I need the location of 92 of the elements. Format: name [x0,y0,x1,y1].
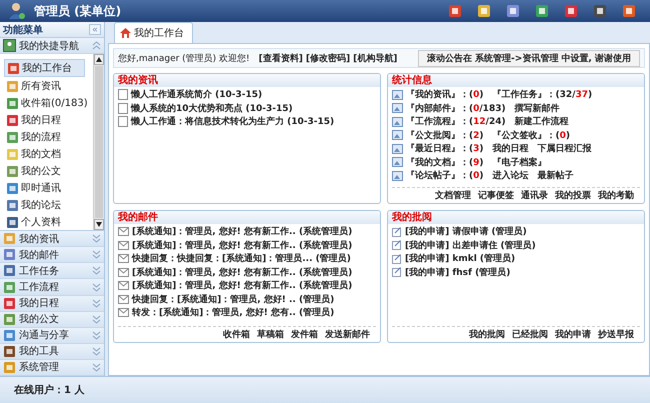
news-link[interactable]: 懒人工作通系统简介 (10-3-15) [131,88,262,102]
panel-title: 我的资讯 [114,74,380,87]
nav-item[interactable]: 我的工作台 [4,59,85,78]
picture-frame-icon [392,90,403,100]
welcome-link[interactable]: [修改密码] [306,52,350,64]
arrow-down-icon [96,222,102,228]
accordion-header[interactable]: 系统管理 [0,360,104,376]
scrollbar[interactable] [93,54,104,230]
accordion-header[interactable]: 我的快捷导航 [0,38,104,54]
greeting-text: 您好,manager (管理员) 欢迎您! [118,52,250,64]
panel-link[interactable]: 发送新邮件 [325,328,370,341]
notice-bar: 滚动公告在 系统管理->资讯管理 中设置, 谢谢使用 [418,50,640,66]
approval-link[interactable]: [我的申请] 出差申请住 (管理员) [405,238,536,252]
panel-link[interactable]: 草稿箱 [257,328,284,341]
panel-link[interactable]: 我的申请 [555,328,591,341]
edit-icon [392,240,402,250]
panel-link[interactable]: 文档管理 [435,189,471,202]
arrow-up-icon [96,57,102,62]
panel-title: 我的邮件 [114,211,380,224]
mail-link[interactable]: [系统通知]：管理员, 您好! 您有新工作.. (系统管理员) [132,225,352,238]
news-link[interactable]: 懒人系统的10大优势和亮点 (10-3-15) [131,102,293,115]
panel-title: 我的批阅 [388,211,644,224]
picture-frame-icon [392,170,403,181]
nav-item[interactable]: 即时通讯 [4,180,93,196]
mail-link[interactable]: 快捷回复：[系统通知]：管理员, 您好! .. (管理员) [132,292,334,306]
stats-link[interactable]: 『公文批阅』：(2) [406,128,484,142]
panel-link[interactable]: 我的批阅 [469,328,505,341]
edit-icon [392,267,402,278]
accordion-header[interactable]: 我的邮件 [0,247,104,264]
stats-link[interactable]: 新建工作流程 [514,115,569,128]
panel-link[interactable]: 记事便签 [478,189,514,202]
panel-link[interactable]: 发件箱 [291,328,318,341]
stats-link[interactable]: 下属日程汇报 [538,142,592,156]
stats-link[interactable]: 『内部邮件』：(0/183) [406,102,506,115]
window-title: 管理员 (某单位) [34,2,122,20]
mail-link[interactable]: [系统通知]：管理员, 您好! 您有新工作.. (系统管理员) [132,279,352,292]
approval-link[interactable]: [我的申请] fhsf (管理员) [405,266,510,279]
accordion-header[interactable]: 我的资讯 [0,231,104,248]
panel-link[interactable]: 收件箱 [223,328,250,341]
stats-link[interactable]: 『工作任务』：(32/37) [492,88,592,102]
stats-link[interactable]: 最新帖子 [538,169,574,182]
panel-link[interactable]: 已经批阅 [512,328,548,341]
stats-link[interactable]: 『电子档案』 [492,156,547,169]
picture-frame-icon [392,130,403,140]
nav-item[interactable]: 我的流程 [4,129,93,146]
stats-link[interactable]: 我的日程 [492,142,529,156]
approval-link[interactable]: [我的申请] kmkl (管理员) [405,252,516,266]
stats-link[interactable]: 『工作流程』：(12/24) [406,115,506,128]
edit-icon [392,254,402,264]
stats-link[interactable]: 『我的资讯』：(0) [406,88,484,102]
stats-link[interactable]: 『公文签收』：(0) [492,128,570,142]
approval-link[interactable]: [我的申请] 请假申请 (管理员) [405,225,527,238]
panel-link[interactable]: 抄送早报 [598,328,634,341]
online-users: 在线用户：1 人 [14,383,84,397]
accordion-header[interactable]: 沟通与分享 [0,328,104,344]
accordion-header[interactable]: 工作任务 [0,263,104,280]
picture-frame-icon [392,103,403,114]
mail-link[interactable]: 快捷回复：快捷回复：[系统通知]：管理员... (管理员) [132,252,351,266]
nav-item[interactable]: 我的论坛 [4,197,93,214]
mail-link[interactable]: [系统通知]：管理员, 您好! 您有新工作.. (系统管理员) [132,238,352,252]
nav-item[interactable]: 我的公文 [4,163,93,180]
welcome-link[interactable]: [机构导航] [353,52,398,64]
stats-link[interactable]: 『最近日程』：(3) [406,142,484,156]
picture-frame-icon [392,116,403,127]
panel-link[interactable]: 我的投票 [555,189,591,202]
tab[interactable]: 我的工作台 [114,22,193,43]
collapse-button[interactable]: « [89,24,101,36]
panel-link[interactable]: 我的考勤 [598,189,634,202]
accordion-header[interactable]: 我的工具 [0,344,104,360]
accordion-header[interactable]: 我的日程 [0,296,104,312]
nav-item[interactable]: 收件箱(0/183) [4,95,93,112]
menu-title: 功能菜单 [3,24,43,37]
nav-item[interactable]: 所有资讯 [4,78,93,94]
picture-frame-icon [392,144,403,154]
mail-link[interactable]: [系统通知]：管理员, 您好! 您有新工作.. (系统管理员) [132,266,352,279]
stats-link[interactable]: 进入论坛 [492,169,529,182]
stats-link[interactable]: 『我的文档』：(9) [406,156,484,169]
nav-item[interactable]: 个人资料 [4,214,93,230]
stats-link[interactable]: 『论坛帖子』：(0) [406,169,484,182]
accordion-header[interactable]: 我的公文 [0,312,104,328]
picture-frame-icon [392,157,403,168]
accordion-header[interactable]: 工作流程 [0,279,104,296]
welcome-link[interactable]: [查看资料] [258,52,303,64]
edit-icon [392,226,402,237]
news-link[interactable]: 懒人工作通：将信息技术转化为生产力 (10-3-15) [131,115,334,128]
stats-link[interactable]: 撰写新邮件 [514,102,560,115]
nav-item[interactable]: 我的日程 [4,112,93,128]
panel-link[interactable]: 通讯录 [521,189,548,202]
panel-title: 统计信息 [388,74,644,87]
user-icon [8,2,26,20]
mail-link[interactable]: 转发：[系统通知]：管理员, 您好! 您有.. (管理员) [132,306,334,320]
nav-item[interactable]: 我的文档 [4,146,93,162]
